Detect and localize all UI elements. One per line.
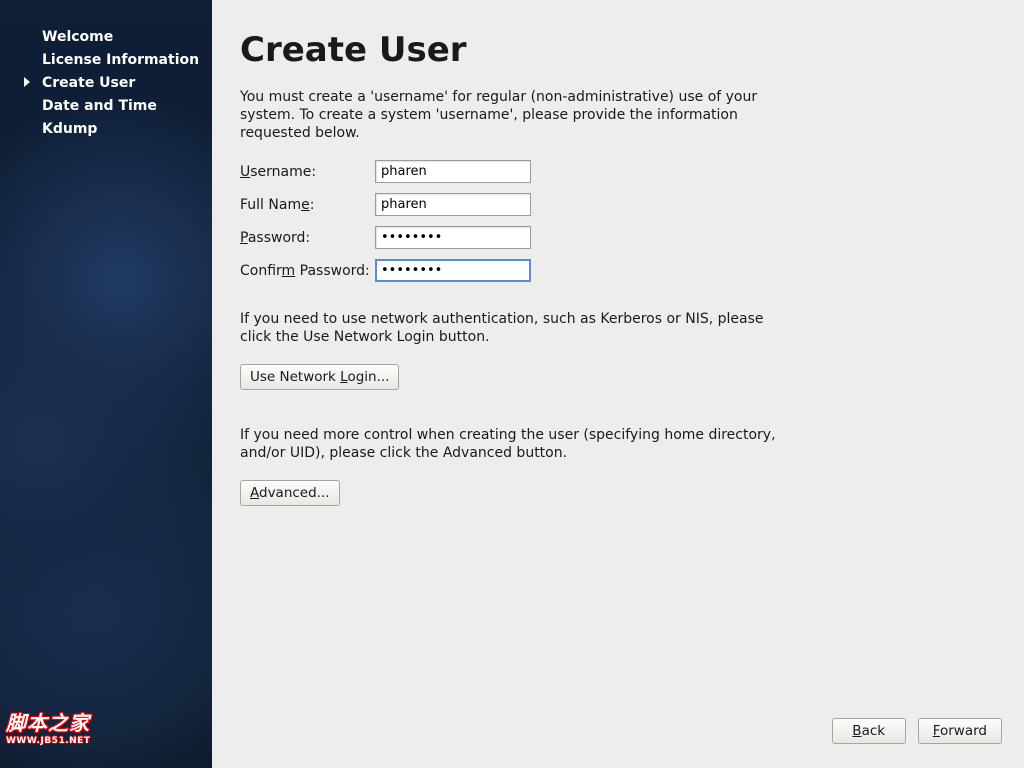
- username-input[interactable]: [375, 160, 531, 183]
- footer-buttons: Back Forward: [832, 718, 1002, 744]
- main-panel: Create User You must create a 'username'…: [212, 0, 1024, 768]
- row-confirm-password: Confirm Password:: [240, 259, 996, 282]
- intro-text: You must create a 'username' for regular…: [240, 88, 780, 142]
- use-network-login-button[interactable]: Use Network Login...: [240, 364, 399, 390]
- row-fullname: Full Name:: [240, 193, 996, 216]
- password-input[interactable]: [375, 226, 531, 249]
- watermark-line2: WWW.JB51.NET: [6, 732, 90, 750]
- fullname-label: Full Name:: [240, 197, 375, 213]
- sidebar-item-create-user[interactable]: Create User: [0, 72, 212, 95]
- sidebar-item-date-and-time[interactable]: Date and Time: [0, 95, 212, 118]
- sidebar: Welcome License Information Create User …: [0, 0, 212, 768]
- forward-button[interactable]: Forward: [918, 718, 1002, 744]
- network-login-text: If you need to use network authenticatio…: [240, 310, 780, 346]
- sidebar-item-kdump[interactable]: Kdump: [0, 118, 212, 141]
- sidebar-item-welcome[interactable]: Welcome: [0, 26, 212, 49]
- row-password: Password:: [240, 226, 996, 249]
- sidebar-item-license-information[interactable]: License Information: [0, 49, 212, 72]
- watermark: 脚本之家 WWW.JB51.NET: [6, 714, 90, 750]
- confirm-password-label: Confirm Password:: [240, 263, 375, 279]
- advanced-text: If you need more control when creating t…: [240, 426, 780, 462]
- advanced-button[interactable]: Advanced...: [240, 480, 340, 506]
- create-user-form: Username: Full Name: Password: Confirm P…: [240, 160, 996, 282]
- row-username: Username:: [240, 160, 996, 183]
- page-title: Create User: [240, 30, 996, 70]
- back-button[interactable]: Back: [832, 718, 906, 744]
- password-label: Password:: [240, 230, 375, 246]
- confirm-password-input[interactable]: [375, 259, 531, 282]
- username-label: Username:: [240, 164, 375, 180]
- fullname-input[interactable]: [375, 193, 531, 216]
